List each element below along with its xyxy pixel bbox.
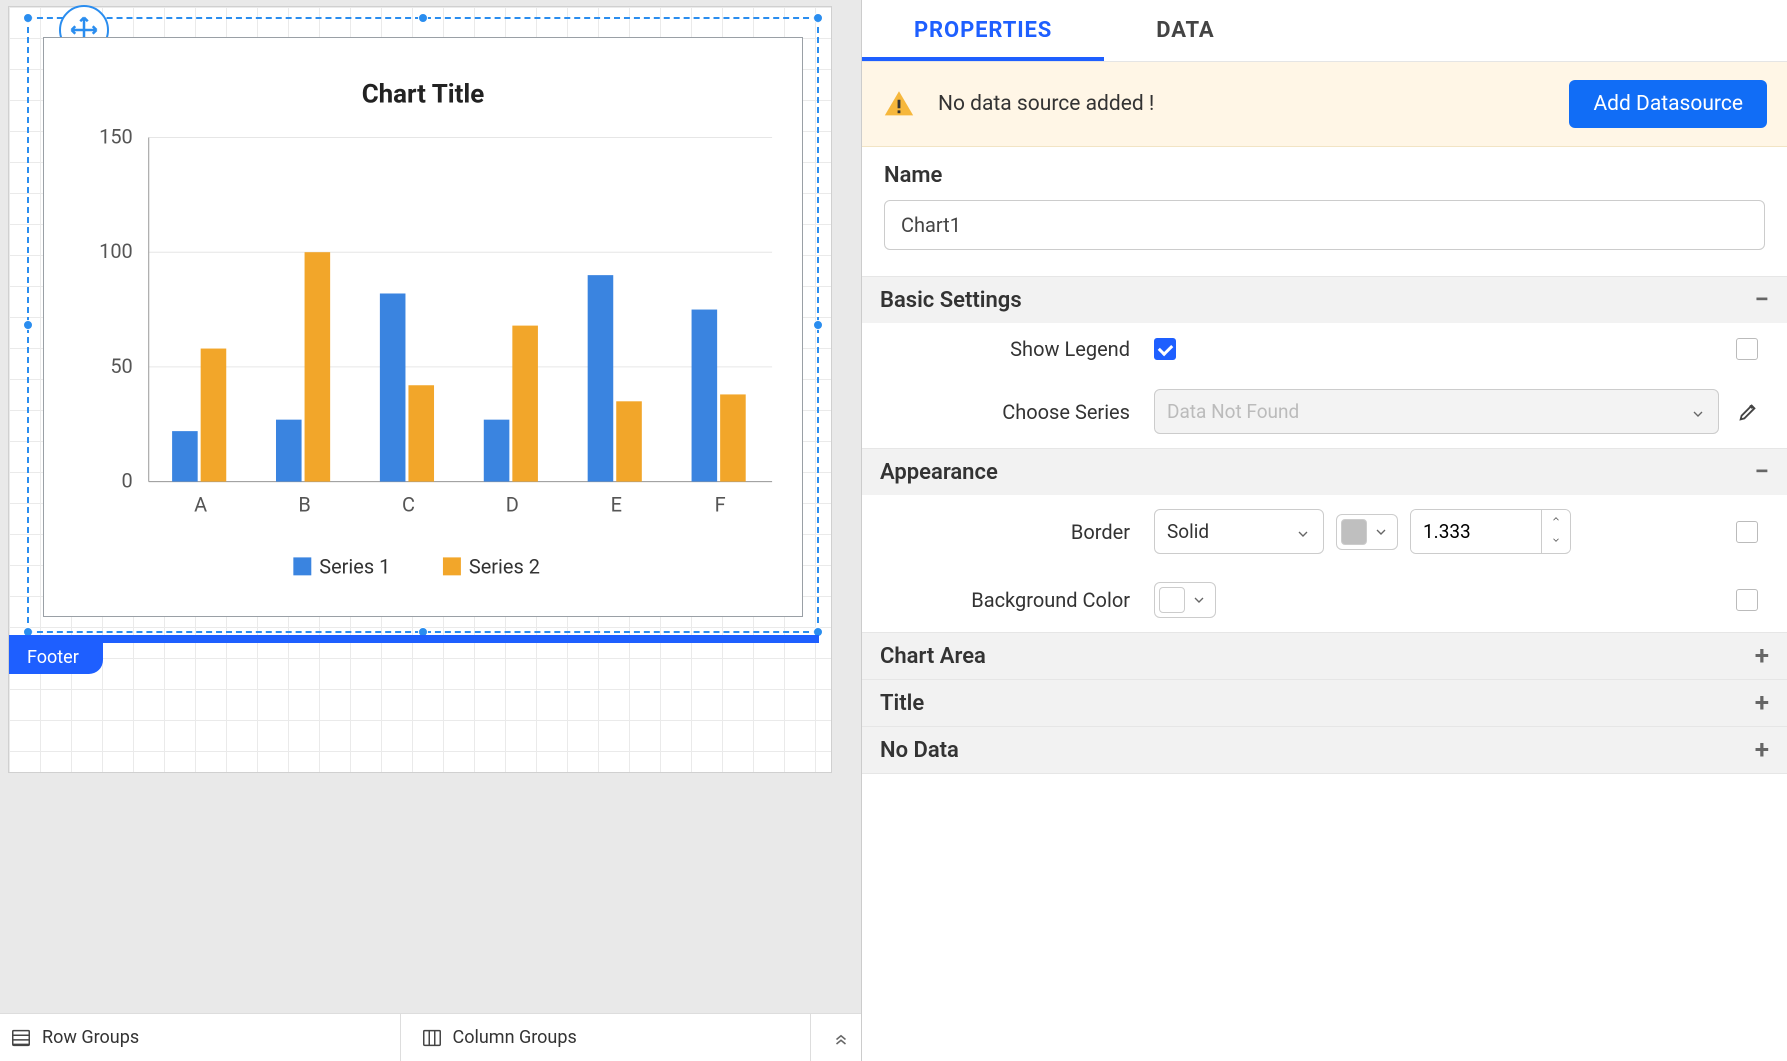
no-data-header[interactable]: No Data + xyxy=(862,727,1787,773)
chevron-down-icon xyxy=(1690,404,1706,420)
rows-icon xyxy=(10,1027,32,1049)
border-row: Border Solid xyxy=(862,495,1787,568)
show-legend-row: Show Legend xyxy=(862,323,1787,375)
svg-text:0: 0 xyxy=(122,470,133,493)
footer-section-tab[interactable]: Footer xyxy=(9,643,103,674)
svg-text:Series 2: Series 2 xyxy=(469,555,540,578)
choose-series-label: Choose Series xyxy=(884,400,1154,424)
svg-text:E: E xyxy=(611,494,622,517)
tab-data[interactable]: DATA xyxy=(1104,0,1266,61)
tab-properties[interactable]: PROPERTIES xyxy=(862,0,1104,61)
expand-icon[interactable]: + xyxy=(1755,737,1769,763)
add-datasource-button[interactable]: Add Datasource xyxy=(1569,80,1767,128)
collapse-icon[interactable]: − xyxy=(1754,459,1769,485)
svg-text:C: C xyxy=(402,494,415,517)
expression-flag-checkbox[interactable] xyxy=(1736,521,1758,543)
svg-text:50: 50 xyxy=(110,355,132,378)
show-legend-label: Show Legend xyxy=(884,337,1154,361)
chevron-down-icon xyxy=(1295,524,1311,540)
column-groups-label: Column Groups xyxy=(453,1027,577,1048)
choose-series-select[interactable]: Data Not Found xyxy=(1154,389,1719,434)
resize-handle[interactable] xyxy=(813,320,823,330)
svg-text:B: B xyxy=(298,494,310,517)
chart-area-header[interactable]: Chart Area + xyxy=(862,633,1787,679)
warning-icon xyxy=(882,87,916,121)
border-style-select[interactable]: Solid xyxy=(1154,509,1324,554)
design-surface[interactable]: Chart Title 0 50 100 150 A B C D E F Series 1 Series… xyxy=(8,6,832,773)
footer-divider[interactable] xyxy=(9,635,819,643)
choose-series-row: Choose Series Data Not Found xyxy=(862,375,1787,448)
chart-selection[interactable]: Chart Title 0 50 100 150 A B C D E F Series 1 Series… xyxy=(27,17,819,633)
properties-tabs: PROPERTIES DATA xyxy=(862,0,1787,62)
row-groups-label: Row Groups xyxy=(42,1027,139,1048)
chart-area-section: Chart Area + xyxy=(862,633,1787,680)
no-data-section: No Data + xyxy=(862,727,1787,774)
chevron-down-icon xyxy=(1191,592,1207,608)
svg-text:A: A xyxy=(194,494,207,517)
chart-render: Chart Title 0 50 100 150 A B C D E F Series 1 Series… xyxy=(44,38,802,616)
color-swatch xyxy=(1341,519,1367,545)
spin-down-button[interactable] xyxy=(1542,531,1570,552)
bg-color-row: Background Color xyxy=(862,568,1787,632)
canvas-scroll[interactable]: Chart Title 0 50 100 150 A B C D E F Series 1 Series… xyxy=(0,0,861,1013)
expand-icon[interactable]: + xyxy=(1755,643,1769,669)
expression-flag-checkbox[interactable] xyxy=(1736,589,1758,611)
appearance-header[interactable]: Appearance − xyxy=(862,449,1787,495)
expression-flag-checkbox[interactable] xyxy=(1736,338,1758,360)
name-section: Name xyxy=(862,147,1787,277)
resize-handle[interactable] xyxy=(23,13,33,23)
border-width-input[interactable] xyxy=(1410,509,1571,554)
svg-text:100: 100 xyxy=(99,240,133,263)
section-title: Basic Settings xyxy=(880,288,1022,313)
appearance-section: Appearance − Border Solid xyxy=(862,449,1787,633)
border-color-picker[interactable] xyxy=(1336,514,1398,550)
design-canvas-pane: Chart Title 0 50 100 150 A B C D E F Series 1 Series… xyxy=(0,0,862,1061)
border-width-value[interactable] xyxy=(1411,510,1541,553)
svg-text:Series 1: Series 1 xyxy=(319,555,390,578)
svg-text:Chart Title: Chart Title xyxy=(362,80,485,110)
color-swatch xyxy=(1159,587,1185,613)
resize-handle[interactable] xyxy=(418,13,428,23)
border-label: Border xyxy=(884,520,1154,544)
spin-up-button[interactable] xyxy=(1542,510,1570,531)
row-groups-section[interactable]: Row Groups xyxy=(0,1014,401,1061)
chart-item[interactable]: Chart Title 0 50 100 150 A B C D E F Series 1 Series… xyxy=(43,37,803,617)
bg-color-picker[interactable] xyxy=(1154,582,1216,618)
title-section: Title + xyxy=(862,680,1787,727)
section-title: Appearance xyxy=(880,460,998,485)
chevron-down-icon xyxy=(1373,524,1389,540)
section-title: No Data xyxy=(880,738,959,763)
properties-pane: PROPERTIES DATA No data source added ! A… xyxy=(862,0,1787,1061)
basic-settings-header[interactable]: Basic Settings − xyxy=(862,277,1787,323)
groups-collapse-button[interactable] xyxy=(821,1029,861,1047)
basic-settings-section: Basic Settings − Show Legend Choose Seri… xyxy=(862,277,1787,449)
svg-text:F: F xyxy=(715,494,726,517)
name-label: Name xyxy=(884,163,1765,188)
section-title: Chart Area xyxy=(880,644,986,669)
collapse-icon[interactable]: − xyxy=(1754,287,1769,313)
svg-text:D: D xyxy=(506,494,519,517)
no-datasource-warning: No data source added ! Add Datasource xyxy=(862,62,1787,147)
resize-handle[interactable] xyxy=(23,320,33,330)
choose-series-value: Data Not Found xyxy=(1167,400,1299,423)
expand-icon[interactable]: + xyxy=(1755,690,1769,716)
border-style-value: Solid xyxy=(1167,520,1209,543)
groups-bar: Row Groups Column Groups xyxy=(0,1013,861,1061)
resize-handle[interactable] xyxy=(813,13,823,23)
title-header[interactable]: Title + xyxy=(862,680,1787,726)
edit-series-button[interactable] xyxy=(1731,395,1765,429)
column-groups-section[interactable]: Column Groups xyxy=(411,1014,812,1061)
bg-color-label: Background Color xyxy=(884,588,1154,612)
show-legend-checkbox[interactable] xyxy=(1154,338,1176,360)
section-title: Title xyxy=(880,691,924,716)
svg-text:150: 150 xyxy=(99,125,133,148)
name-input[interactable] xyxy=(884,200,1765,250)
warning-text: No data source added ! xyxy=(938,92,1547,116)
columns-icon xyxy=(421,1027,443,1049)
